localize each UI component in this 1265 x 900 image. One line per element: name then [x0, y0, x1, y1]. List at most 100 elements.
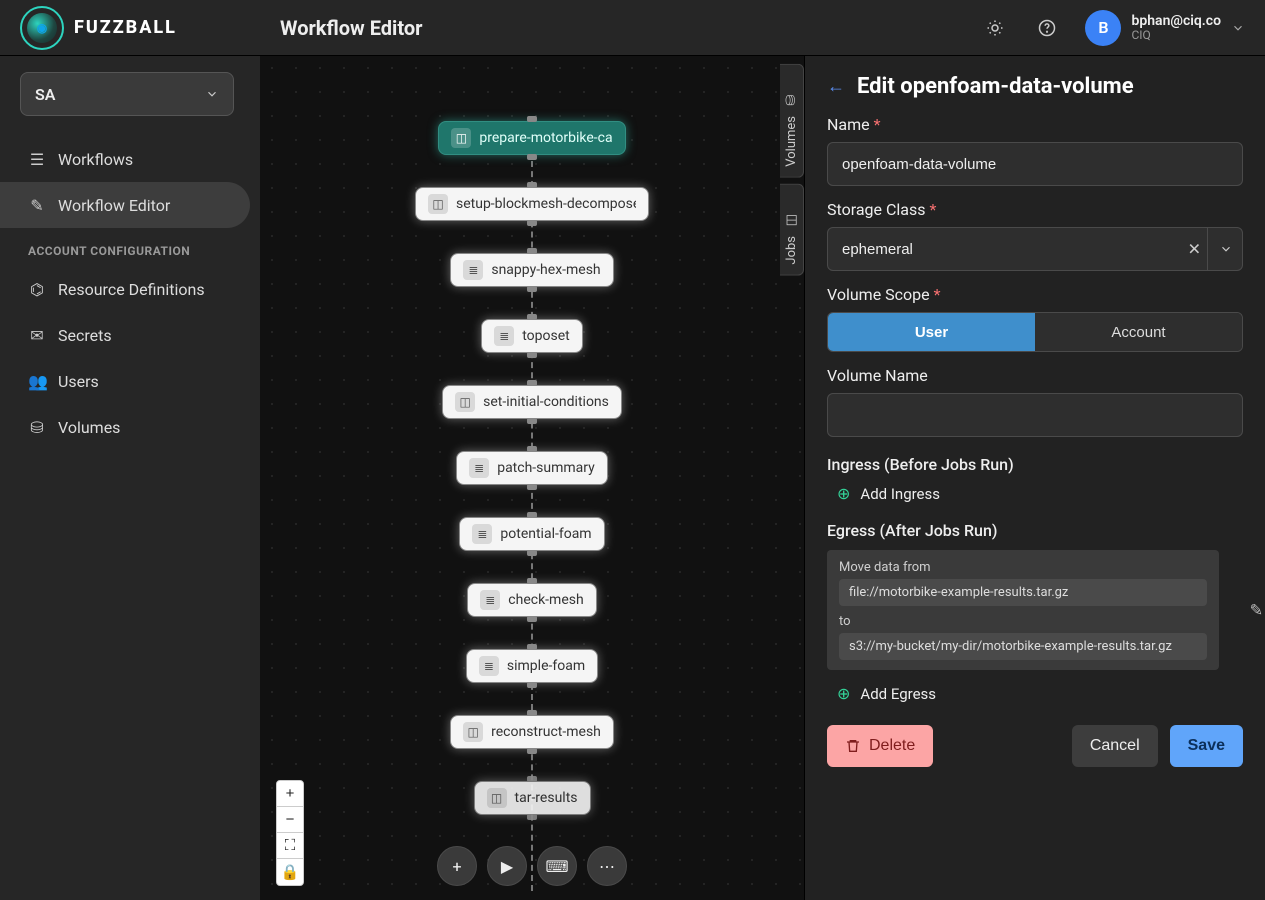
- zoom-out-button[interactable]: −: [277, 807, 303, 833]
- workflow-node[interactable]: ◫tar-results: [474, 781, 591, 815]
- avatar: B: [1085, 10, 1121, 46]
- sidebar-item-users[interactable]: 👥 Users: [0, 358, 250, 404]
- cube-icon: ◫: [451, 128, 471, 148]
- brand[interactable]: ◉ FUZZBALL: [0, 6, 260, 50]
- cancel-button[interactable]: Cancel: [1072, 725, 1158, 767]
- canvas-side-tabs: Volumes⛁ Jobs◫: [780, 64, 804, 281]
- sidebar-item-workflow-editor[interactable]: ✎ Workflow Editor: [0, 182, 250, 228]
- egress-label: Egress (After Jobs Run): [827, 521, 1243, 540]
- add-node-button[interactable]: +: [437, 846, 477, 886]
- more-button[interactable]: ⋯: [587, 846, 627, 886]
- workflow-node[interactable]: ≣potential-foam: [459, 517, 604, 551]
- side-tab-volumes[interactable]: Volumes⛁: [780, 64, 804, 178]
- sidebar-item-label: Workflow Editor: [58, 196, 170, 215]
- cube-icon: ◫: [455, 392, 475, 412]
- workflow-node[interactable]: ◫set-initial-conditions: [442, 385, 622, 419]
- sidebar-item-label: Workflows: [58, 150, 133, 169]
- egress-to-value: s3://my-bucket/my-dir/motorbike-example-…: [839, 633, 1207, 660]
- storage-class-label: Storage Class*: [827, 200, 1243, 219]
- clear-icon[interactable]: ✕: [1188, 240, 1201, 259]
- sidebar-item-workflows[interactable]: ☰ Workflows: [0, 136, 250, 182]
- ingress-label: Ingress (Before Jobs Run): [827, 455, 1243, 474]
- sidebar-item-label: Secrets: [58, 326, 112, 345]
- node-column: ◫prepare-motorbike-ca ◫setup-blockmesh-d…: [415, 121, 649, 815]
- sidebar-item-label: Users: [58, 372, 99, 391]
- storage-class-select[interactable]: [827, 227, 1243, 271]
- plus-circle-icon: ⊕: [837, 684, 850, 703]
- canvas-toolbar: + ▶ ⌨ ⋯: [437, 846, 627, 886]
- side-tab-jobs[interactable]: Jobs◫: [780, 184, 804, 276]
- layers-icon: ≣: [472, 524, 492, 544]
- add-ingress-button[interactable]: ⊕ Add Ingress: [837, 484, 1243, 503]
- keyboard-button[interactable]: ⌨: [537, 846, 577, 886]
- back-arrow-icon[interactable]: ←: [827, 76, 845, 97]
- panel-title: Edit openfoam-data-volume: [857, 74, 1134, 99]
- egress-from-label: Move data from: [839, 560, 1207, 575]
- workflow-node[interactable]: ≣snappy-hex-mesh: [450, 253, 613, 287]
- help-icon[interactable]: [1029, 10, 1065, 46]
- chevron-down-icon: [1231, 21, 1245, 35]
- volume-name-input[interactable]: [827, 393, 1243, 437]
- workflow-node[interactable]: ≣check-mesh: [467, 583, 596, 617]
- layers-icon: ≣: [463, 260, 483, 280]
- theme-toggle-icon[interactable]: [977, 10, 1013, 46]
- sidebar: SA ☰ Workflows ✎ Workflow Editor ACCOUNT…: [0, 56, 260, 900]
- add-egress-button[interactable]: ⊕ Add Egress: [837, 684, 1243, 703]
- tree-icon: ⌬: [28, 280, 46, 299]
- drive-icon: ⛁: [784, 93, 799, 108]
- page-title: Workflow Editor: [260, 16, 977, 40]
- panel-actions: Delete Cancel Save: [827, 725, 1243, 767]
- name-input[interactable]: [827, 142, 1243, 186]
- trash-icon: [845, 738, 861, 754]
- edit-icon: ✎: [28, 196, 46, 215]
- sidebar-item-label: Volumes: [58, 418, 120, 437]
- egress-to-label: to: [839, 614, 1207, 629]
- user-menu[interactable]: B bphan@ciq.co CIQ: [1081, 6, 1249, 50]
- sidebar-item-volumes[interactable]: ⛁ Volumes: [0, 404, 250, 450]
- zoom-controls: + − ⛶ 🔒: [276, 780, 304, 886]
- layers-icon: ≣: [494, 326, 514, 346]
- workflow-canvas[interactable]: ◫prepare-motorbike-ca ◫setup-blockmesh-d…: [260, 56, 805, 900]
- edit-egress-icon[interactable]: ✎: [1250, 601, 1263, 620]
- drive-icon: ⛁: [28, 418, 46, 437]
- list-icon: ☰: [28, 150, 46, 169]
- run-button[interactable]: ▶: [487, 846, 527, 886]
- sidebar-item-secrets[interactable]: ✉ Secrets: [0, 312, 250, 358]
- org-selector[interactable]: SA: [20, 72, 234, 116]
- workflow-node[interactable]: ≣simple-foam: [466, 649, 598, 683]
- brand-logo: ◉: [20, 6, 64, 50]
- sidebar-item-label: Resource Definitions: [58, 280, 205, 299]
- workflow-node[interactable]: ◫setup-blockmesh-decompose-p: [415, 187, 649, 221]
- sidebar-item-resource-definitions[interactable]: ⌬ Resource Definitions: [0, 266, 250, 312]
- scope-user-button[interactable]: User: [828, 313, 1035, 351]
- egress-card: Move data from file://motorbike-example-…: [827, 550, 1219, 670]
- name-label: Name*: [827, 115, 1243, 134]
- layers-icon: ≣: [469, 458, 489, 478]
- layers-icon: ≣: [480, 590, 500, 610]
- zoom-lock-button[interactable]: 🔒: [277, 859, 303, 885]
- cube-icon: ◫: [463, 722, 483, 742]
- scope-account-button[interactable]: Account: [1035, 313, 1242, 351]
- zoom-fit-button[interactable]: ⛶: [277, 833, 303, 859]
- sidebar-section-label: ACCOUNT CONFIGURATION: [0, 228, 250, 266]
- topbar: ◉ FUZZBALL Workflow Editor B bphan@ciq.c…: [0, 0, 1265, 56]
- workflow-node[interactable]: ≣toposet: [481, 319, 583, 353]
- edit-panel: ← Edit openfoam-data-volume Name* Storag…: [805, 56, 1265, 900]
- workflow-node[interactable]: ◫reconstruct-mesh: [450, 715, 614, 749]
- key-icon: ✉: [28, 326, 46, 345]
- org-selector-value: SA: [35, 85, 55, 104]
- cube-icon: ◫: [487, 788, 507, 808]
- save-button[interactable]: Save: [1170, 725, 1243, 767]
- user-org: CIQ: [1131, 29, 1221, 43]
- volume-scope-toggle: User Account: [827, 312, 1243, 352]
- workflow-node[interactable]: ≣patch-summary: [456, 451, 608, 485]
- egress-from-value: file://motorbike-example-results.tar.gz: [839, 579, 1207, 606]
- delete-button[interactable]: Delete: [827, 725, 933, 767]
- plus-circle-icon: ⊕: [837, 484, 850, 503]
- chevron-down-icon[interactable]: [1207, 227, 1243, 271]
- volume-scope-label: Volume Scope*: [827, 285, 1243, 304]
- zoom-in-button[interactable]: +: [277, 781, 303, 807]
- cube-icon: ◫: [428, 194, 448, 214]
- workflow-node[interactable]: ◫prepare-motorbike-ca: [438, 121, 625, 155]
- layers-icon: ≣: [479, 656, 499, 676]
